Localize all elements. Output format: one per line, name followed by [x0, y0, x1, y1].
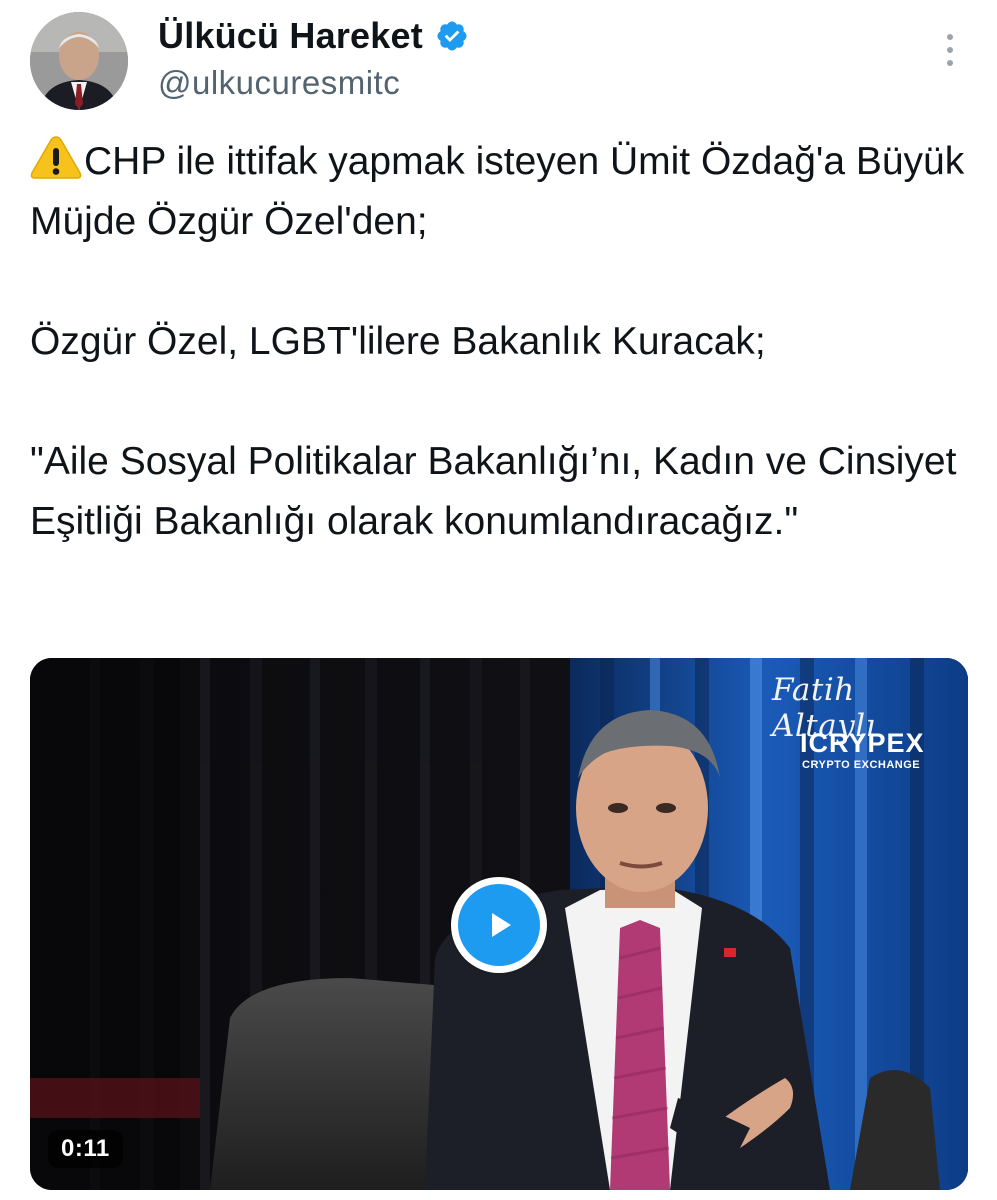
- tweet-line-1: CHP ile ittifak yapmak isteyen Ümit Özda…: [30, 140, 965, 243]
- more-vertical-icon[interactable]: [930, 28, 970, 72]
- play-icon: [458, 884, 540, 966]
- tweet-paragraph-2: Özgür Özel, LGBT'lilere Bakanlık Kuracak…: [30, 320, 766, 363]
- author-row: Ülkücü Hareket: [158, 14, 469, 58]
- video-duration: 0:11: [48, 1130, 123, 1168]
- play-button[interactable]: [451, 877, 547, 973]
- verified-badge-icon: [435, 19, 469, 53]
- avatar[interactable]: [30, 12, 128, 110]
- avatar-image: [30, 12, 128, 110]
- tweet-text: CHP ile ittifak yapmak isteyen Ümit Özda…: [30, 132, 970, 552]
- author-handle[interactable]: @ulkucuresmitc: [158, 64, 400, 102]
- tweet-paragraph-3: "Aile Sosyal Politikalar Bakanlığı’nı, K…: [30, 440, 957, 543]
- video-player[interactable]: Fatih Altaylı ICRYPEX CRYPTO EXCHANGE 0:…: [30, 658, 968, 1190]
- overlay-brand-tagline: CRYPTO EXCHANGE: [802, 759, 921, 771]
- overlay-brand-logo: ICRYPEX: [800, 728, 925, 758]
- display-name[interactable]: Ülkücü Hareket: [158, 15, 423, 57]
- tweet-paragraph-1: CHP ile ittifak yapmak isteyen Ümit Özda…: [30, 132, 970, 252]
- warning-emoji-icon: [30, 134, 82, 180]
- tweet-card: Ülkücü Hareket @ulkucuresmitc CHP ile it…: [0, 0, 997, 1200]
